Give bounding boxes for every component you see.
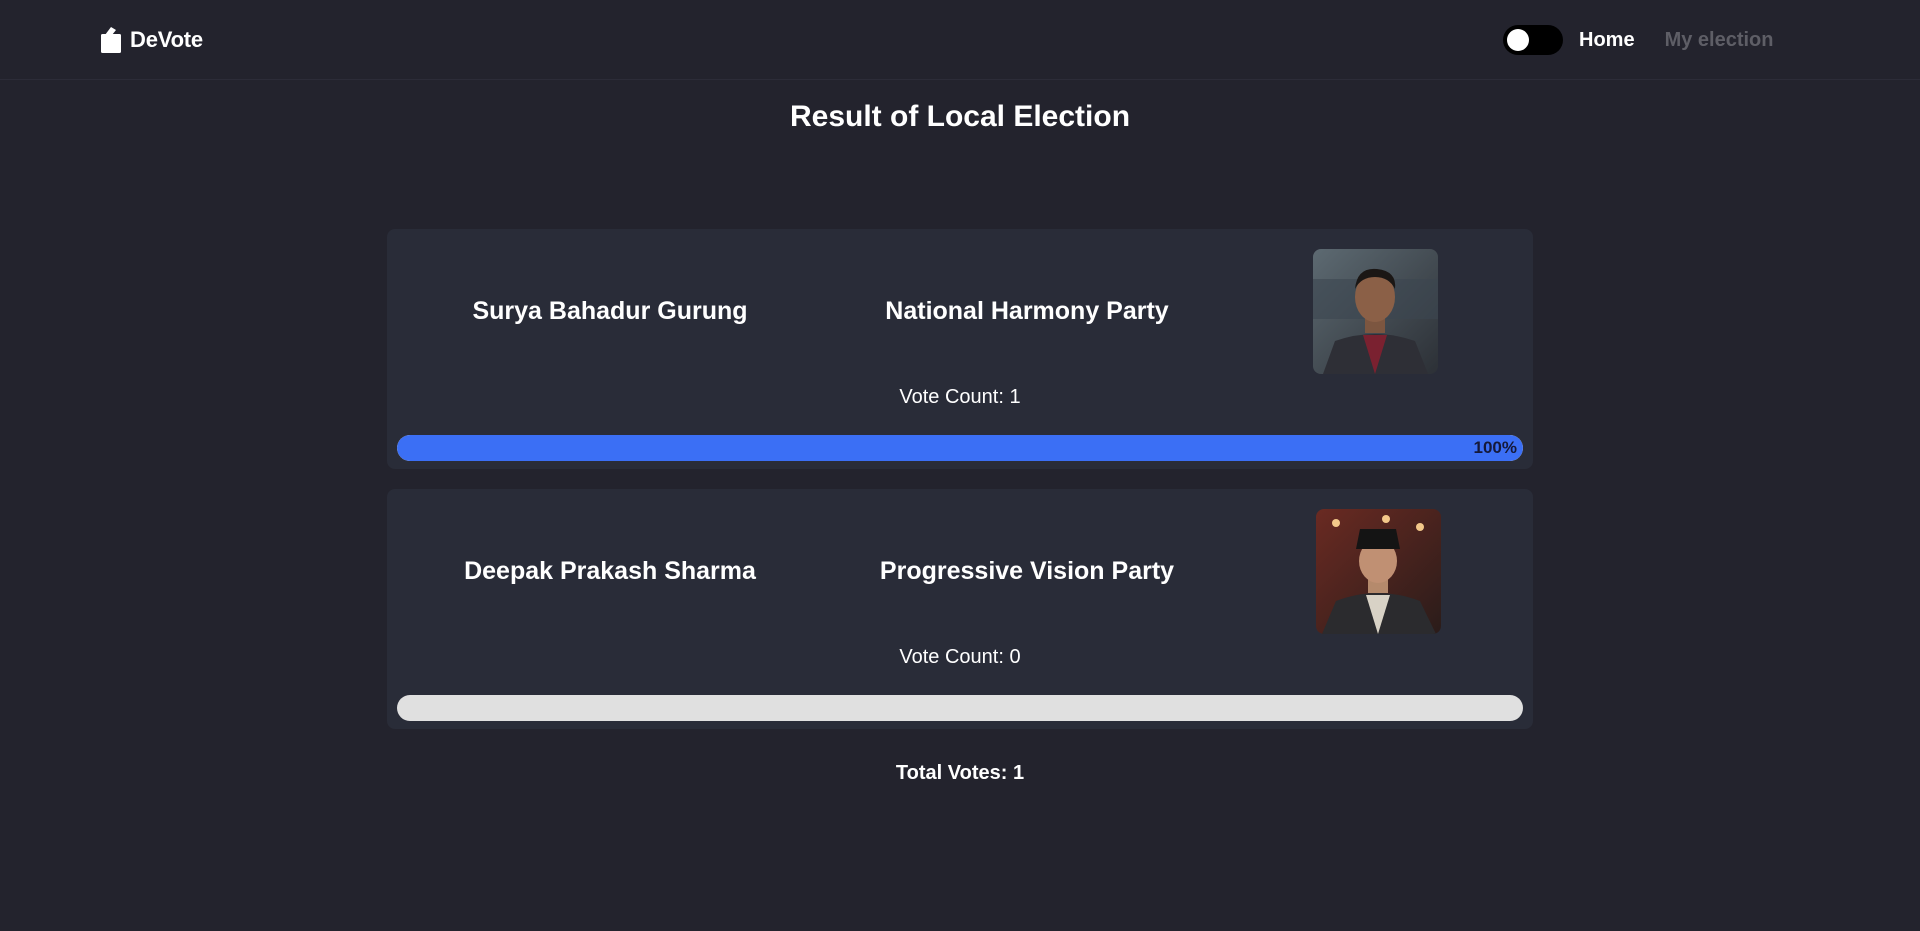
vote-progress-bar: 100% <box>397 435 1523 461</box>
candidate-card: Deepak Prakash Sharma Progressive Vision… <box>387 489 1533 729</box>
candidate-photo <box>1316 509 1441 634</box>
candidate-card: Surya Bahadur Gurung National Harmony Pa… <box>387 229 1533 469</box>
nav-link-my-election[interactable]: My election <box>1665 29 1774 52</box>
top-navbar: DeVote Home My election <box>0 0 1920 80</box>
vote-progress-bar <box>397 695 1523 721</box>
candidate-photo <box>1313 249 1438 374</box>
theme-toggle[interactable] <box>1503 25 1563 55</box>
nav-right: Home My election <box>1503 24 1774 56</box>
vote-percent-label: 100% <box>1473 438 1517 457</box>
candidate-name: Deepak Prakash Sharma <box>464 557 756 585</box>
candidate-party: National Harmony Party <box>885 297 1169 325</box>
nav-link-home[interactable]: Home <box>1579 29 1635 52</box>
candidate-party: Progressive Vision Party <box>879 557 1175 585</box>
vote-count: Vote Count: 0 <box>899 646 1021 668</box>
brand-link[interactable]: DeVote <box>100 26 203 54</box>
vote-count: Vote Count: 1 <box>899 386 1021 408</box>
vote-progress-fill: 100% <box>397 435 1523 461</box>
ballot-box-icon <box>101 27 121 53</box>
brand-name: DeVote <box>130 27 203 52</box>
page-title: Result of Local Election <box>789 100 1131 133</box>
candidate-name: Surya Bahadur Gurung <box>472 297 748 325</box>
candidate-photo-image <box>1316 509 1441 634</box>
toggle-knob <box>1507 29 1529 51</box>
total-votes: Total Votes: 1 <box>895 762 1025 784</box>
candidate-photo-image <box>1313 249 1438 374</box>
